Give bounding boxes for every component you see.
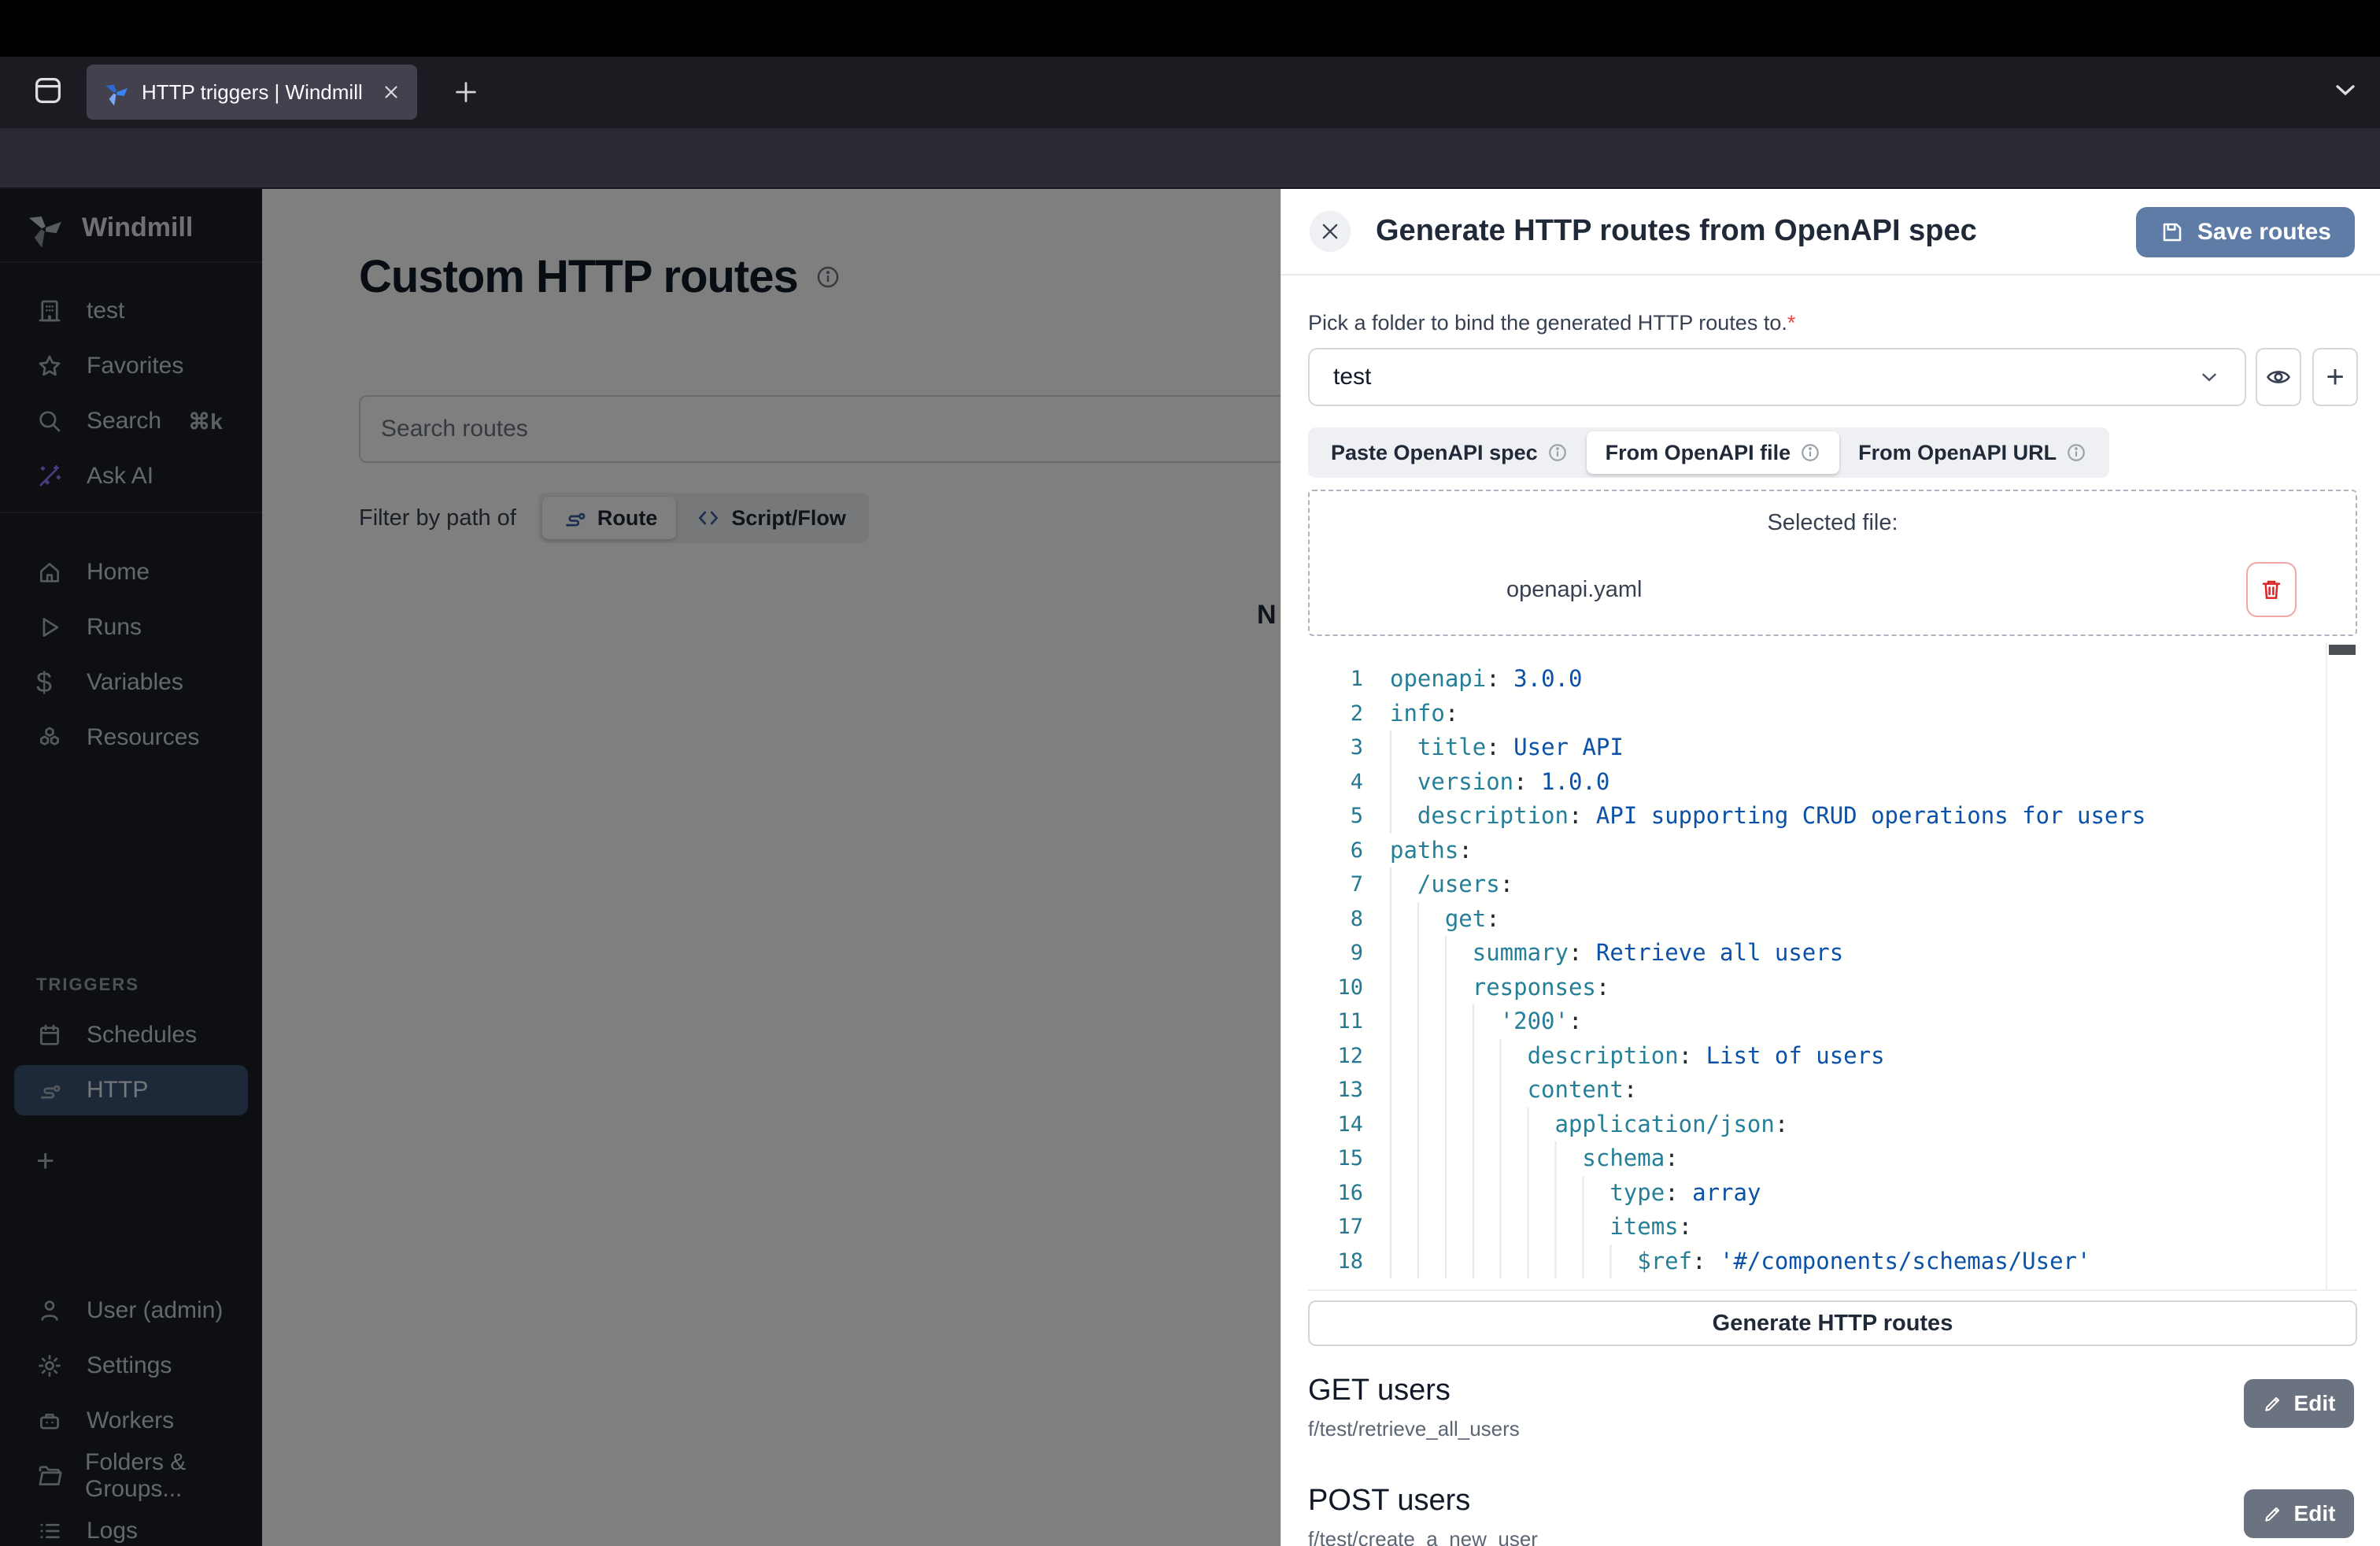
route-path: f/test/create_a_new_user [1308, 1527, 1538, 1546]
code-line: 6paths: [1308, 834, 2357, 868]
save-routes-button[interactable]: Save routes [2136, 207, 2355, 257]
line-number: 14 [1308, 1108, 1363, 1142]
line-number: 2 [1308, 697, 1363, 731]
info-icon [2066, 442, 2086, 463]
line-number: 4 [1308, 765, 1363, 800]
line-number: 9 [1308, 936, 1363, 971]
code-lines: 1openapi: 3.0.02info:3title: User API4ve… [1308, 662, 2357, 1278]
screen: HTTP triggers | Windmill [0, 0, 2380, 1546]
route-path: f/test/retrieve_all_users [1308, 1417, 1520, 1441]
close-icon[interactable] [1310, 211, 1351, 252]
code-line: 12description: List of users [1308, 1039, 2357, 1074]
code-line: 1openapi: 3.0.0 [1308, 662, 2357, 697]
line-number: 1 [1308, 662, 1363, 697]
editor-minimap[interactable] [2326, 642, 2357, 1289]
sidebar-toggle-icon[interactable] [30, 72, 66, 109]
eye-icon [2265, 364, 2292, 390]
chevron-down-icon [2197, 365, 2221, 389]
browser-nav-bar: http://localhost:3000/routes?filter_path… [0, 128, 2380, 189]
code-line: 7/users: [1308, 867, 2357, 902]
code-line: 13content: [1308, 1073, 2357, 1108]
code-line: 9summary: Retrieve all users [1308, 936, 2357, 971]
drawer-backdrop[interactable] [0, 189, 1281, 1546]
code-line: 14application/json: [1308, 1108, 2357, 1142]
info-icon [1800, 442, 1820, 463]
plus-icon: + [2326, 360, 2344, 395]
browser-tab-strip: HTTP triggers | Windmill [0, 57, 2380, 128]
info-icon [1547, 442, 1568, 463]
browser-tab[interactable]: HTTP triggers | Windmill [87, 65, 417, 120]
code-line: 5description: API supporting CRUD operat… [1308, 799, 2357, 834]
required-asterisk: * [1787, 311, 1796, 335]
line-number: 12 [1308, 1039, 1363, 1074]
selected-file-label: Selected file: [1310, 510, 2356, 536]
folder-field-label: Pick a folder to bind the generated HTTP… [1308, 311, 1795, 335]
trash-icon [2259, 577, 2284, 602]
windmill-favicon [102, 79, 129, 105]
code-line: 15schema: [1308, 1141, 2357, 1176]
code-line: 16type: array [1308, 1176, 2357, 1211]
save-icon [2160, 220, 2185, 245]
tab-from-openapi-file[interactable]: From OpenAPI file [1587, 431, 1840, 474]
preview-folder-button[interactable] [2256, 348, 2301, 406]
yaml-code-editor[interactable]: 1openapi: 3.0.02info:3title: User API4ve… [1308, 642, 2357, 1291]
source-tabs: Paste OpenAPI specFrom OpenAPI fileFrom … [1308, 427, 2109, 478]
line-number: 7 [1308, 867, 1363, 902]
edit-route-button[interactable]: Edit [2244, 1489, 2354, 1538]
code-line: 2info: [1308, 697, 2357, 731]
line-number: 13 [1308, 1073, 1363, 1108]
code-line: 10responses: [1308, 971, 2357, 1005]
code-line: 3title: User API [1308, 730, 2357, 765]
edit-route-button[interactable]: Edit [2244, 1379, 2354, 1428]
new-tab-icon[interactable] [442, 68, 490, 117]
tab-close-icon[interactable] [381, 82, 401, 102]
line-number: 5 [1308, 799, 1363, 834]
minimap-slider[interactable] [2329, 645, 2356, 655]
line-number: 10 [1308, 971, 1363, 1005]
selected-file-box: Selected file: openapi.yaml [1308, 490, 2357, 636]
generate-routes-button[interactable]: Generate HTTP routes [1308, 1300, 2357, 1346]
code-line: 8get: [1308, 902, 2357, 937]
line-number: 16 [1308, 1176, 1363, 1211]
code-line: 4version: 1.0.0 [1308, 765, 2357, 800]
line-number: 11 [1308, 1004, 1363, 1039]
drawer-header: Generate HTTP routes from OpenAPI spec S… [1281, 189, 2380, 276]
line-number: 15 [1308, 1141, 1363, 1176]
line-number: 18 [1308, 1245, 1363, 1279]
tab-title: HTTP triggers | Windmill [142, 80, 363, 105]
code-line: 17items: [1308, 1210, 2357, 1245]
selected-file-name: openapi.yaml [1506, 577, 1643, 603]
folder-select[interactable]: test [1308, 348, 2246, 406]
drawer-title: Generate HTTP routes from OpenAPI spec [1376, 214, 1977, 248]
add-folder-button[interactable]: + [2312, 348, 2358, 406]
line-number: 6 [1308, 834, 1363, 868]
tab-paste-openapi-spec[interactable]: Paste OpenAPI spec [1312, 431, 1587, 474]
route-title: POST users [1308, 1484, 1470, 1518]
tab-list-chevron-icon[interactable] [2330, 74, 2361, 105]
line-number: 17 [1308, 1210, 1363, 1245]
openapi-drawer: Generate HTTP routes from OpenAPI spec S… [1281, 189, 2380, 1546]
remove-file-button[interactable] [2246, 562, 2297, 617]
line-number: 8 [1308, 902, 1363, 937]
code-line: 18$ref: '#/components/schemas/User' [1308, 1245, 2357, 1279]
pencil-icon [2263, 1393, 2283, 1414]
code-line: 11'200': [1308, 1004, 2357, 1039]
pencil-icon [2263, 1503, 2283, 1524]
tab-from-openapi-url[interactable]: From OpenAPI URL [1839, 431, 2105, 474]
route-title: GET users [1308, 1374, 1451, 1407]
line-number: 3 [1308, 730, 1363, 765]
